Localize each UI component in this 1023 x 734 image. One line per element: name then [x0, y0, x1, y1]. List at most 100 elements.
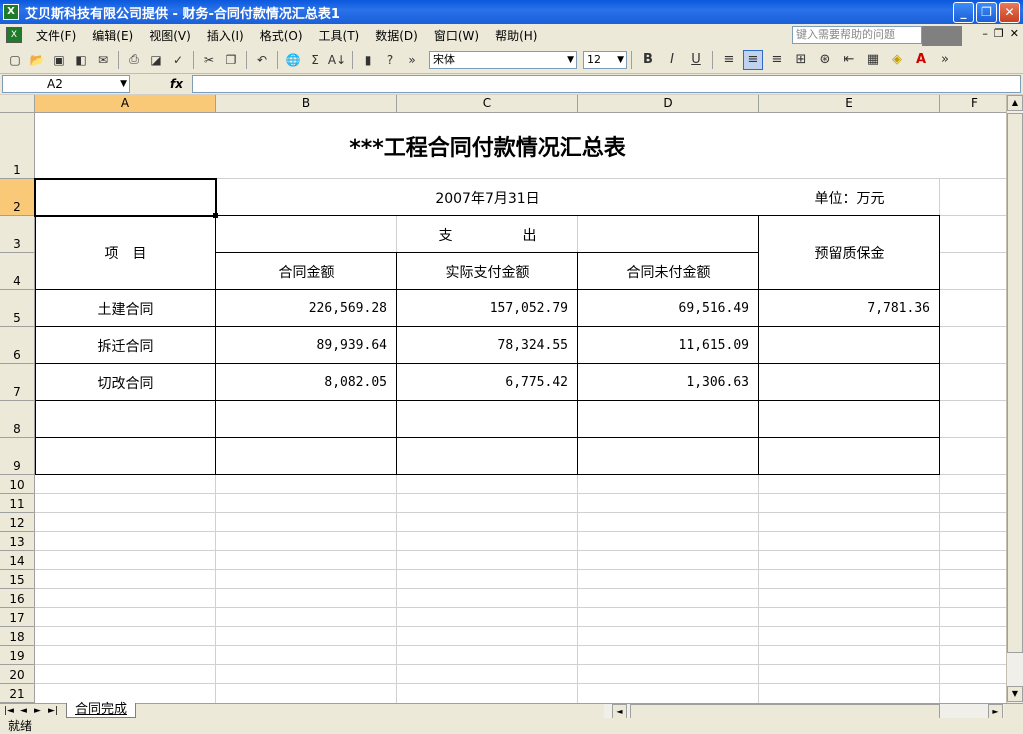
row-header-8[interactable]: 8	[0, 401, 35, 438]
last-sheet-icon[interactable]: ►|	[48, 704, 58, 718]
help-icon[interactable]: ?	[380, 50, 400, 70]
menu-help[interactable]: 帮助(H)	[487, 27, 545, 44]
menu-edit[interactable]: 编辑(E)	[84, 27, 141, 44]
bold-button[interactable]: B	[638, 50, 658, 70]
row-header-16[interactable]: 16	[0, 589, 35, 608]
cut-icon[interactable]: ✂	[199, 50, 219, 70]
fill-handle[interactable]	[213, 213, 218, 218]
worksheet-grid[interactable]: A B C D E F 1 2 3 4 5 6 7 8 9 10 11 12 1…	[0, 95, 1006, 703]
scroll-left-icon[interactable]: ◄	[612, 704, 627, 719]
column-header-f[interactable]: F	[940, 95, 1006, 113]
table-row-retention[interactable]	[759, 364, 940, 401]
insert-function-icon[interactable]: fx	[170, 77, 190, 91]
table-row-unpaid[interactable]: 69,516.49	[578, 290, 759, 327]
menu-view[interactable]: 视图(V)	[141, 27, 199, 44]
row-header-17[interactable]: 17	[0, 608, 35, 627]
row-header-9[interactable]: 9	[0, 438, 35, 475]
row-header-12[interactable]: 12	[0, 513, 35, 532]
row-header-14[interactable]: 14	[0, 551, 35, 570]
prev-sheet-icon[interactable]: ◄	[20, 704, 27, 718]
minimize-button[interactable]: _	[953, 2, 974, 23]
font-size-select[interactable]: 12 ▼	[583, 50, 627, 69]
print-preview-icon[interactable]: ◪	[146, 50, 166, 70]
name-box[interactable]: A2 ▼	[2, 75, 130, 93]
borders-icon[interactable]: ▦	[863, 50, 883, 70]
align-left-icon[interactable]: ≡	[719, 50, 739, 70]
row-header-21[interactable]: 21	[0, 684, 35, 703]
chart-wizard-icon[interactable]: ▮	[358, 50, 378, 70]
save-icon[interactable]: ▣	[49, 50, 69, 70]
vertical-scrollbar[interactable]: ▲ ▼	[1006, 95, 1023, 703]
print-icon[interactable]: ⎙	[124, 50, 144, 70]
doc-close-button[interactable]: ✕	[1010, 27, 1019, 40]
scroll-right-icon[interactable]: ►	[988, 704, 1003, 719]
sort-ascending-icon[interactable]: A↓	[327, 50, 347, 70]
row-header-6[interactable]: 6	[0, 327, 35, 364]
table-row-paid[interactable]: 6,775.42	[397, 364, 578, 401]
open-folder-icon[interactable]: 📂	[27, 50, 47, 70]
column-header-d[interactable]: D	[578, 95, 759, 113]
close-button[interactable]: ✕	[999, 2, 1020, 23]
select-all-corner[interactable]	[0, 95, 35, 113]
table-row-retention[interactable]: 7,781.36	[759, 290, 940, 327]
copy-icon[interactable]: ❐	[221, 50, 241, 70]
workbook-icon[interactable]: X	[6, 27, 22, 43]
column-header-c[interactable]: C	[397, 95, 578, 113]
row-header-5[interactable]: 5	[0, 290, 35, 327]
row-header-13[interactable]: 13	[0, 532, 35, 551]
menu-format[interactable]: 格式(O)	[252, 27, 311, 44]
active-cell-a2[interactable]	[34, 178, 217, 217]
column-header-b[interactable]: B	[216, 95, 397, 113]
align-right-icon[interactable]: ≡	[767, 50, 787, 70]
next-sheet-icon[interactable]: ►	[34, 704, 41, 718]
toolbar-options-icon[interactable]: »	[402, 50, 422, 70]
row-header-2[interactable]: 2	[0, 179, 35, 216]
hyperlink-icon[interactable]: 🌐	[283, 50, 303, 70]
horizontal-scrollbar[interactable]: ◄ ►	[604, 704, 1004, 719]
table-row-paid[interactable]: 78,324.55	[397, 327, 578, 364]
email-icon[interactable]: ✉	[93, 50, 113, 70]
first-sheet-icon[interactable]: |◄	[4, 704, 14, 718]
table-row-item[interactable]: 拆迁合同	[35, 327, 216, 364]
sheet-tab-active[interactable]: 合同完成	[66, 703, 137, 718]
table-row-unpaid[interactable]: 11,615.09	[578, 327, 759, 364]
menu-file[interactable]: 文件(F)	[28, 27, 84, 44]
vertical-scroll-thumb[interactable]	[1007, 113, 1023, 653]
table-row-paid[interactable]: 157,052.79	[397, 290, 578, 327]
autosum-icon[interactable]: Σ	[305, 50, 325, 70]
menu-tools[interactable]: 工具(T)	[311, 27, 368, 44]
align-center-icon[interactable]: ≡	[743, 49, 763, 70]
excel-app-icon[interactable]: X	[3, 4, 19, 20]
row-header-19[interactable]: 19	[0, 646, 35, 665]
merge-center-icon[interactable]: ⊞	[791, 50, 811, 70]
row-header-7[interactable]: 7	[0, 364, 35, 401]
horizontal-scroll-thumb[interactable]	[630, 704, 940, 719]
italic-button[interactable]: I	[662, 50, 682, 70]
table-row-item[interactable]: 土建合同	[35, 290, 216, 327]
row-header-3[interactable]: 3	[0, 216, 35, 253]
column-header-e[interactable]: E	[759, 95, 940, 113]
table-row-contract[interactable]: 89,939.64	[216, 327, 397, 364]
menu-data[interactable]: 数据(D)	[367, 27, 426, 44]
row-header-15[interactable]: 15	[0, 570, 35, 589]
undo-icon[interactable]: ↶	[252, 50, 272, 70]
font-name-select[interactable]: 宋体 ▼	[429, 50, 577, 69]
spelling-icon[interactable]: ✓	[168, 50, 188, 70]
underline-button[interactable]: U	[686, 50, 706, 70]
row-header-4[interactable]: 4	[0, 253, 35, 290]
row-header-18[interactable]: 18	[0, 627, 35, 646]
table-row-item[interactable]: 切改合同	[35, 364, 216, 401]
row-header-1[interactable]: 1	[0, 113, 35, 179]
toolbar-overflow-icon[interactable]: »	[935, 50, 955, 70]
doc-restore-button[interactable]: ❐	[994, 27, 1004, 40]
column-header-a[interactable]: A	[35, 95, 216, 113]
scroll-up-icon[interactable]: ▲	[1007, 95, 1023, 111]
scroll-down-icon[interactable]: ▼	[1007, 686, 1023, 702]
currency-icon[interactable]: ⊛	[815, 50, 835, 70]
doc-minimize-button[interactable]: –	[982, 27, 988, 40]
row-header-11[interactable]: 11	[0, 494, 35, 513]
fill-color-icon[interactable]: ◈	[887, 50, 907, 70]
row-header-10[interactable]: 10	[0, 475, 35, 494]
help-search-input[interactable]: 键入需要帮助的问题	[792, 26, 922, 44]
menu-window[interactable]: 窗口(W)	[426, 27, 487, 44]
